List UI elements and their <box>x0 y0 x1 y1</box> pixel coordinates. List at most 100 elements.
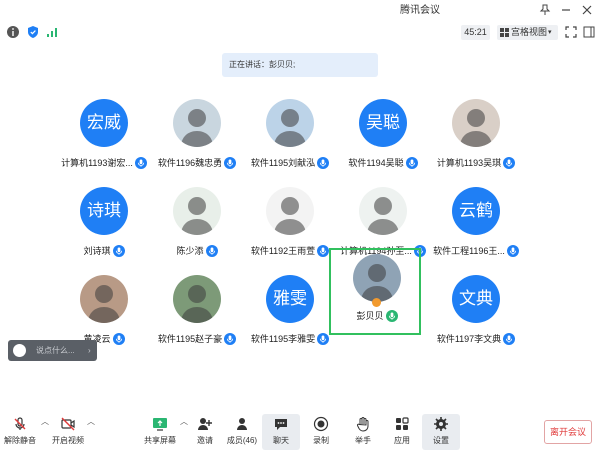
participant-tile[interactable]: 宏威计算机1193谢宏... <box>58 99 150 183</box>
share-screen-icon <box>152 416 168 432</box>
avatar: 文典 <box>452 275 500 323</box>
avatar <box>452 99 500 147</box>
mic-icon <box>385 309 398 322</box>
minimize-icon[interactable] <box>559 3 573 17</box>
meeting-timer: 45:21 <box>461 25 490 40</box>
participant-name-row: 软件1192王雨萱 <box>244 243 336 257</box>
participant-tile[interactable]: 软件1195刘献泓 <box>244 99 336 183</box>
meeting-toolbar: 45:21 宫格视图 ▾ <box>0 22 600 42</box>
mic-icon <box>503 156 516 169</box>
app-title: 腾讯会议 <box>400 5 440 16</box>
participant-name-row: 陈少添 <box>151 243 243 257</box>
participant-name: 软件工程1196王... <box>433 245 505 256</box>
participant-tile[interactable]: 文典软件1197李文典 <box>430 275 522 359</box>
participant-name: 计算机1193吴琪 <box>436 157 502 168</box>
avatar <box>173 187 221 235</box>
mic-icon <box>503 332 516 345</box>
participant-tile[interactable]: 计算机1193吴琪 <box>430 99 522 183</box>
audio-options-caret[interactable]: ︿ <box>41 416 49 427</box>
apps-icon <box>394 416 410 432</box>
avatar <box>173 275 221 323</box>
avatar <box>266 187 314 235</box>
fullscreen-icon[interactable] <box>564 25 578 39</box>
avatar <box>353 254 401 302</box>
participant-name-row: 软件1195李雅雯 <box>244 331 336 345</box>
mic-icon <box>317 332 330 345</box>
shield-icon[interactable] <box>26 25 40 39</box>
mic-icon <box>506 244 519 257</box>
participant-tile[interactable]: 云鹤软件工程1196王... <box>430 187 522 271</box>
unmute-label: 解除静音 <box>4 436 36 445</box>
mic-icon <box>224 156 237 169</box>
add-user-icon <box>197 416 213 432</box>
participant-name-row: 软件工程1196王... <box>430 243 522 257</box>
participant-name: 彭贝贝 <box>356 310 384 321</box>
participant-name-row: 彭贝贝 <box>331 308 423 322</box>
participant-name: 计算机1193谢宏... <box>61 157 133 168</box>
participant-tile[interactable]: 雅雯软件1195李雅雯 <box>244 275 336 359</box>
participant-name-row: 计算机1193吴琪 <box>430 155 522 169</box>
collapse-icon[interactable] <box>582 25 596 39</box>
video-options-caret[interactable]: ︿ <box>87 416 95 427</box>
participant-tile[interactable]: 软件1192王雨萱 <box>244 187 336 271</box>
signal-icon[interactable] <box>45 25 59 39</box>
chat-button[interactable]: 聊天 <box>262 414 300 450</box>
avatar: 雅雯 <box>266 275 314 323</box>
chevron-right-icon: › <box>88 346 91 355</box>
chat-bubble-icon <box>273 416 289 432</box>
participant-tile[interactable]: 吴聪 软件1194吴聪 <box>337 99 429 183</box>
pin-icon[interactable] <box>538 3 552 17</box>
chat-input-bubble[interactable]: 说点什么... › <box>8 340 97 361</box>
participant-name: 软件1195赵子豪 <box>157 333 223 344</box>
participant-tile[interactable]: 彭贝贝 <box>329 248 421 335</box>
participant-name: 软件1195刘献泓 <box>250 157 316 168</box>
participant-name: 软件1194吴聪 <box>348 157 404 168</box>
participant-name: 软件1195李雅雯 <box>250 333 316 344</box>
participant-tile[interactable]: 软件1196魏忠勇 <box>151 99 243 183</box>
start-video-label: 开启视频 <box>52 436 84 445</box>
mic-off-icon <box>12 416 28 432</box>
settings-label: 设置 <box>433 436 449 445</box>
mic-icon <box>405 156 418 169</box>
active-speaker-banner: 正在讲话：彭贝贝; <box>222 53 378 77</box>
participant-tile[interactable]: 软件1195赵子豪 <box>151 275 243 359</box>
participant-name-row: 软件1197李文典 <box>430 331 522 345</box>
participant-name: 软件1196魏忠勇 <box>157 157 223 168</box>
close-icon[interactable] <box>580 3 594 17</box>
mic-icon <box>224 332 237 345</box>
mic-icon <box>205 244 218 257</box>
share-screen-button[interactable]: 共享屏幕 <box>141 414 179 450</box>
members-icon <box>234 416 250 432</box>
chat-placeholder: 说点什么... <box>36 346 75 355</box>
view-mode-label: 宫格视图 <box>511 27 548 37</box>
leave-meeting-button[interactable]: 离开会议 <box>544 420 592 444</box>
settings-button[interactable]: 设置 <box>422 414 460 450</box>
avatar <box>359 187 407 235</box>
participant-name: 软件1192王雨萱 <box>250 245 316 256</box>
avatar <box>266 99 314 147</box>
record-button[interactable]: 录制 <box>302 414 340 450</box>
title-bar: 腾讯会议 <box>0 0 600 20</box>
participant-name-row: 软件1195刘献泓 <box>244 155 336 169</box>
unmute-button[interactable]: 解除静音 <box>1 414 39 450</box>
participant-name: 刘诗琪 <box>83 245 111 256</box>
participant-tile[interactable]: 陈少添 <box>151 187 243 271</box>
start-video-button[interactable]: 开启视频 <box>49 414 87 450</box>
info-icon[interactable] <box>6 25 20 39</box>
host-badge-icon <box>372 298 381 307</box>
avatar: 诗琪 <box>80 187 128 235</box>
mic-icon <box>134 156 147 169</box>
avatar: 云鹤 <box>452 187 500 235</box>
participant-name-row: 软件1196魏忠勇 <box>151 155 243 169</box>
avatar: 宏威 <box>80 99 128 147</box>
bottom-control-bar: 解除静音 ︿ 开启视频 ︿ 共享屏幕 ︿ 邀请 成员(46) 聊天 录制 举手 … <box>0 414 600 450</box>
participant-name: 软件1197李文典 <box>436 333 502 344</box>
share-screen-label: 共享屏幕 <box>144 436 176 445</box>
mic-icon <box>112 332 125 345</box>
view-mode-select[interactable]: 宫格视图 ▾ <box>497 25 558 40</box>
camera-off-icon <box>60 416 76 432</box>
participant-tile[interactable]: 诗琪 刘诗琪 <box>58 187 150 271</box>
participant-name-row: 软件1194吴聪 <box>337 155 429 169</box>
avatar <box>80 275 128 323</box>
record-icon <box>313 416 329 432</box>
